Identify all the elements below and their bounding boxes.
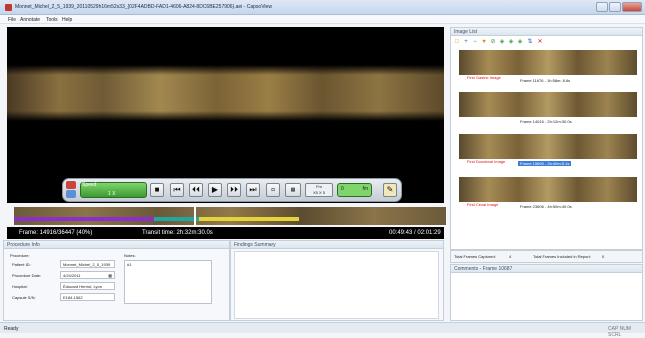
date-field[interactable]: 4/24/2011 ▦ — [60, 271, 115, 279]
frame-info-bar: Frame: 14916/36447 (40%) Transit time: 2… — [7, 227, 444, 239]
step-size-control[interactable]: Fm X5 X 5 — [305, 183, 333, 197]
timeline-playhead[interactable] — [194, 205, 196, 226]
status-bar: Ready CAP NUM SCRL — [0, 322, 645, 338]
timeline-segment-gastric — [14, 217, 154, 221]
last-frame-button[interactable]: ⏭ — [246, 183, 260, 197]
step-size-value: X5 X 5 — [312, 190, 325, 195]
snapshot-icon[interactable] — [66, 190, 76, 198]
link-icon[interactable]: ⊘ — [490, 39, 496, 45]
square-icon[interactable]: □ — [454, 39, 460, 45]
image-list-header: Image List — [451, 28, 642, 36]
total-captured-label: Total Frames Captured: — [454, 254, 496, 259]
stop-button[interactable]: ■ — [150, 183, 164, 197]
speed-label: Speed — [82, 182, 97, 188]
comments-header: Comments - Frame 10687 — [451, 265, 642, 273]
total-report-value: 0 — [602, 254, 605, 259]
capsule-field[interactable]: E184-1562 — [60, 293, 115, 301]
status-text: Ready — [4, 326, 19, 332]
procedure-section-label: Procedure: — [10, 253, 30, 258]
patient-id-field[interactable]: Monnet_Michel_2_5_1939 — [60, 260, 115, 268]
thumbnail-image[interactable] — [459, 177, 637, 202]
transit-time: Transit time: 2h:32m:30.0s — [142, 230, 213, 236]
thumbnail-caption: Frame 14016 - 2h:12m:30.0s — [520, 119, 572, 124]
pencil-icon[interactable]: ✎ — [383, 183, 397, 197]
comments-panel: Comments - Frame 10687 — [450, 264, 643, 321]
date-label: Procedure Date: — [12, 273, 42, 278]
findings-header: Findings Summary — [231, 241, 443, 249]
menu-annotate[interactable]: Annotate — [20, 17, 40, 23]
timeline-segment-colon — [199, 217, 299, 221]
thumbnail-caption: Frame 23606 - 4h:50m:40.0s — [520, 204, 572, 209]
frame-unit: fm — [362, 186, 368, 192]
procedure-panel: Procedure Info Procedure: Patient ID: Mo… — [3, 240, 230, 321]
camera-icon[interactable]: ◘ — [266, 183, 280, 197]
clock: 00:49:43 / 02:01:29 — [389, 230, 441, 236]
totals-bar: Total Frames Captured: 4 Total Frames In… — [450, 250, 643, 263]
tag-icon[interactable]: ◈ — [508, 39, 514, 45]
patient-id-label: Patient ID: — [12, 262, 31, 267]
date-value: 4/24/2011 — [63, 273, 81, 278]
plus-icon[interactable]: + — [463, 39, 469, 45]
close-button[interactable] — [622, 2, 642, 12]
delete-icon[interactable]: ✕ — [537, 39, 543, 45]
findings-panel: Findings Summary — [230, 240, 444, 321]
minus-icon[interactable]: − — [472, 39, 478, 45]
thumbnail-caption-selected: Frame 15690 - 2h:40m:5.1s — [518, 161, 572, 166]
thumbnail-image[interactable] — [459, 92, 637, 117]
thumbnail-image[interactable] — [459, 50, 637, 75]
comments-text[interactable] — [453, 275, 639, 319]
frame-input-value: 0 — [341, 186, 344, 192]
thumbnail-tag: First Duodenal Image — [467, 159, 506, 164]
findings-text[interactable] — [234, 251, 439, 319]
video-frame-image — [7, 65, 444, 121]
window-title: Monnet_Michel_2_5_1939_20110529h16m52s33… — [15, 4, 272, 10]
thumbnail-image[interactable] — [459, 134, 637, 159]
frame-input[interactable]: 0 fm — [337, 183, 372, 197]
menu-tools[interactable]: Tools — [46, 17, 58, 23]
thumbnail-tag: First Gastric Image — [467, 75, 501, 80]
step-back-button[interactable]: ⏴⏴ — [189, 183, 203, 197]
maximize-button[interactable] — [609, 2, 621, 12]
timeline-segment-small-bowel — [154, 217, 199, 221]
sort-icon[interactable]: ⇅ — [527, 39, 533, 45]
notes-field[interactable]: #1 — [124, 260, 212, 304]
capsule-label: Capsule S/N: — [12, 295, 36, 300]
step-forward-button[interactable]: ⏵⏵ — [227, 183, 241, 197]
keyboard-status: CAP NUM SCRL — [608, 326, 631, 338]
frame-info: Frame: 14916/36447 (40%) — [19, 230, 93, 236]
app-icon — [5, 4, 12, 11]
record-icon[interactable] — [66, 181, 76, 189]
menu-bar — [0, 15, 645, 24]
minimize-button[interactable] — [596, 2, 608, 12]
calendar-icon[interactable]: ▦ — [108, 273, 112, 278]
layout-icon[interactable]: ▦ — [285, 183, 301, 197]
timeline-bar[interactable] — [14, 207, 446, 225]
hospital-field[interactable]: Édouard Herriot, Lyon — [60, 282, 115, 290]
total-report-label: Total Frames Included in Report: — [533, 254, 591, 259]
hospital-label: Hospital: — [12, 284, 28, 289]
notes-label: Notes: — [124, 253, 136, 258]
speed-value: 1 X — [108, 191, 116, 197]
menu-help[interactable]: Help — [62, 17, 72, 23]
thumbnail-caption: Frame 11676 - 1h:58m: 8.6s — [520, 78, 571, 83]
tag-icon[interactable]: ◈ — [517, 39, 523, 45]
first-frame-button[interactable]: ⏮ — [170, 183, 184, 197]
heart-icon[interactable]: ♥ — [481, 39, 487, 45]
tag-icon[interactable]: ◈ — [499, 39, 505, 45]
procedure-header: Procedure Info — [4, 241, 229, 249]
total-captured-value: 4 — [509, 254, 512, 259]
thumbnail-tag: First Cecal Image — [467, 202, 499, 207]
play-button[interactable]: ▶ — [208, 183, 222, 197]
menu-file[interactable]: File — [8, 17, 16, 23]
